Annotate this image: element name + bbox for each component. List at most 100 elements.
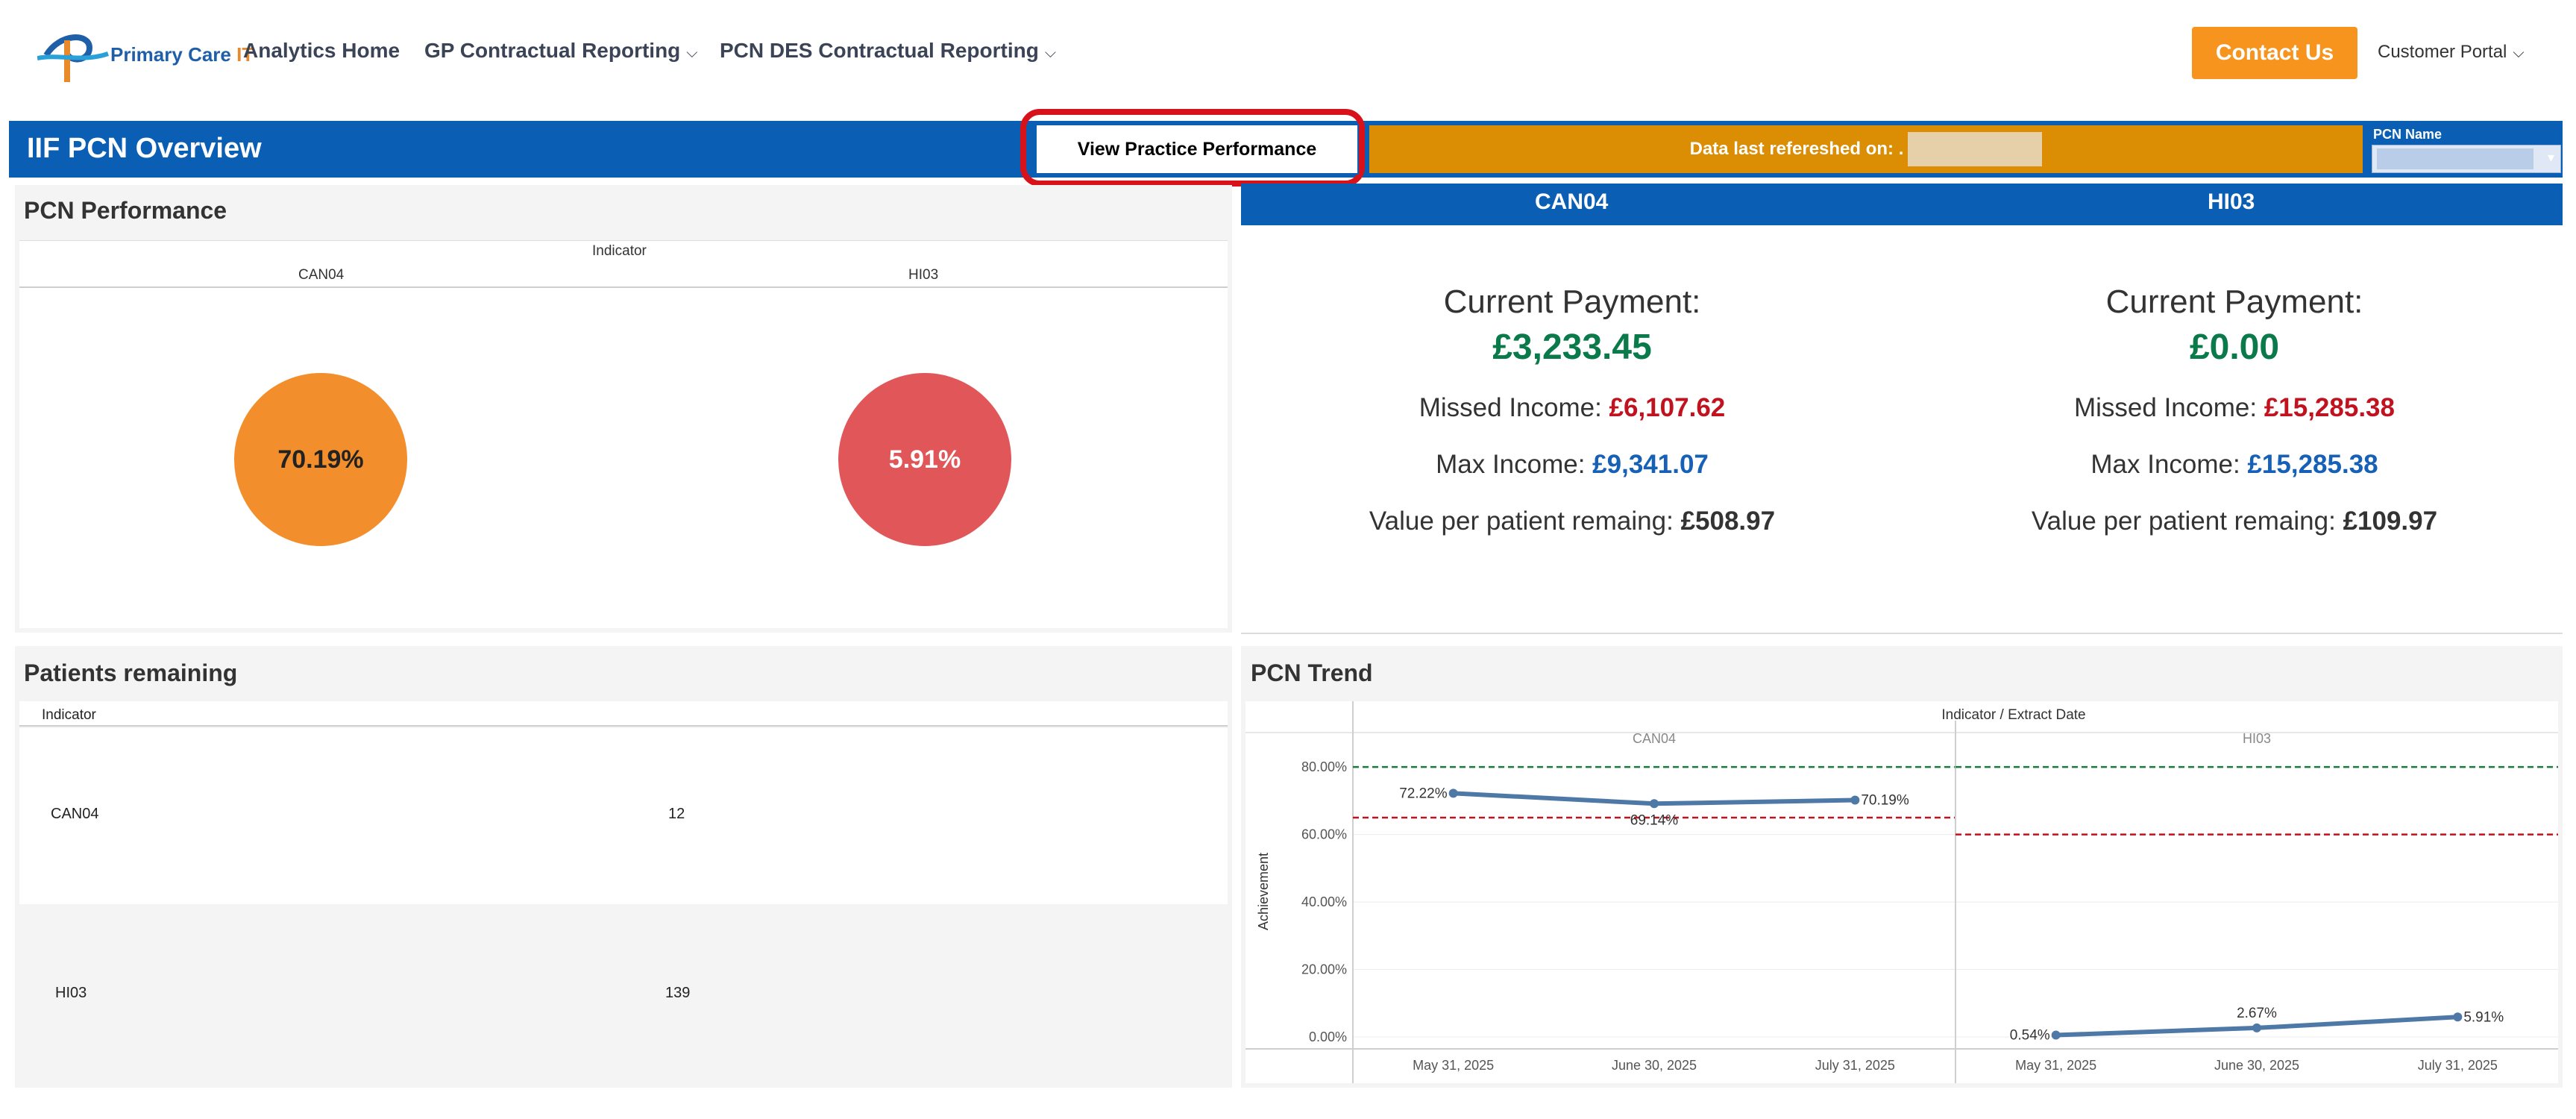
current-payment-label: Current Payment: xyxy=(2105,283,2363,320)
panel-label-can04: CAN04 xyxy=(1633,731,1676,746)
indicator-col-can04: CAN04 xyxy=(298,267,345,283)
panel-label-hi03: HI03 xyxy=(2243,731,2271,746)
value-per-patient-line: Value per patient remaing: £109.97 xyxy=(1906,507,2563,536)
nav-gp-contractual-label: GP Contractual Reporting xyxy=(424,39,681,62)
value-per-patient-line: Value per patient remaing: £508.97 xyxy=(1244,507,1900,536)
y-tick-label: 60.00% xyxy=(1301,827,1347,842)
payment-header-bar: CAN04 HI03 xyxy=(1241,184,2563,225)
hi03-payment-summary: Current Payment: £0.00 Missed Income: £1… xyxy=(1906,283,2563,536)
logo-text: Primary Care IT xyxy=(110,43,254,66)
max-income-value: £15,285.38 xyxy=(2247,450,2378,479)
data-label: 70.19% xyxy=(1861,793,1909,809)
x-tick-label: June 30, 2025 xyxy=(2214,1058,2299,1073)
data-label: 69.14% xyxy=(1630,812,1679,828)
payment-col-hi03: HI03 xyxy=(2208,189,2255,214)
nav-pcn-des-contractual-reporting[interactable]: PCN DES Contractual Reporting ⌵ xyxy=(720,39,1056,63)
patients-remaining-table: Indicator CAN04 12 HI03 139 xyxy=(19,701,1228,1083)
hi03-performance-circle[interactable]: 5.91% xyxy=(838,373,1011,546)
data-label: 5.91% xyxy=(2463,1009,2504,1025)
table-row[interactable]: CAN04 12 xyxy=(19,728,1228,904)
indicator-col-hi03: HI03 xyxy=(908,267,939,283)
can04-performance-circle[interactable]: 70.19% xyxy=(234,373,407,546)
dropdown-arrow-icon: ▾ xyxy=(2547,150,2554,165)
row-indicator: HI03 xyxy=(55,985,87,1001)
y-tick-label: 0.00% xyxy=(1309,1029,1347,1044)
table-header-row: Indicator xyxy=(19,701,1228,727)
data-point xyxy=(2252,1023,2261,1032)
missed-income-value: £6,107.62 xyxy=(1609,393,1726,422)
y-tick-label: 80.00% xyxy=(1301,759,1347,774)
trend-header-label: Indicator / Extract Date xyxy=(1941,707,2085,723)
value-per-patient-label: Value per patient remaing: xyxy=(1369,507,1681,536)
max-income-label: Max Income: xyxy=(2090,450,2248,479)
data-point xyxy=(1448,789,1458,798)
row-value: 139 xyxy=(665,985,691,1001)
x-tick-label: May 31, 2025 xyxy=(2015,1058,2096,1073)
nav-pcn-des-label: PCN DES Contractual Reporting xyxy=(720,39,1039,62)
missed-income-line: Missed Income: £6,107.62 xyxy=(1244,393,1900,423)
view-practice-performance-button[interactable]: View Practice Performance xyxy=(1035,124,1359,175)
customer-portal-label: Customer Portal xyxy=(2378,42,2507,62)
current-payment-value: £3,233.45 xyxy=(1492,327,1652,367)
primary-care-it-logo[interactable]: Primary Care IT xyxy=(37,25,254,85)
pcn-trend-chart: Indicator / Extract Date Achievement 0.0… xyxy=(1245,701,2558,1083)
refresh-label: Data last refereshed on: . xyxy=(1689,139,1904,159)
max-income-value: £9,341.07 xyxy=(1592,450,1709,479)
chevron-down-icon: ⌵ xyxy=(1044,45,1056,61)
ribbon-logo-icon xyxy=(37,34,109,82)
chevron-down-icon: ⌵ xyxy=(2513,45,2525,61)
indicator-column-header: Indicator xyxy=(42,707,96,723)
nav-analytics-home[interactable]: Analytics Home xyxy=(243,39,400,63)
dashboard-title: IIF PCN Overview xyxy=(27,133,262,164)
pcn-trend-title: PCN Trend xyxy=(1251,659,1373,686)
y-axis-label: Achievement xyxy=(1256,853,1271,930)
data-point xyxy=(1650,799,1659,809)
pcn-name-dropdown[interactable]: ▾ xyxy=(2372,145,2561,173)
hi03-performance-value: 5.91% xyxy=(888,445,961,474)
missed-income-label: Missed Income: xyxy=(2074,393,2264,422)
row-indicator: CAN04 xyxy=(51,806,99,822)
nav-analytics-home-label: Analytics Home xyxy=(243,39,400,62)
can04-payment-summary: Current Payment: £3,233.45 Missed Income… xyxy=(1244,283,1900,536)
x-tick-label: July 31, 2025 xyxy=(2418,1058,2498,1073)
y-tick-label: 40.00% xyxy=(1301,894,1347,909)
pcn-performance-title: PCN Performance xyxy=(24,197,227,224)
x-tick-label: June 30, 2025 xyxy=(1612,1058,1697,1073)
patients-remaining-title: Patients remaining xyxy=(24,659,238,686)
missed-income-value: £15,285.38 xyxy=(2264,393,2395,422)
missed-income-line: Missed Income: £15,285.38 xyxy=(1906,393,2563,423)
value-per-patient-value: £109.97 xyxy=(2343,507,2438,536)
pcn-name-label: PCN Name xyxy=(2373,127,2443,142)
logo-text-primary: Primary Care xyxy=(110,43,231,66)
x-tick-label: May 31, 2025 xyxy=(1413,1058,1494,1073)
y-tick-label: 20.00% xyxy=(1301,962,1347,977)
max-income-line: Max Income: £15,285.38 xyxy=(1906,450,2563,480)
data-label: 72.22% xyxy=(1399,786,1448,801)
redacted-pcn-name xyxy=(2377,148,2533,169)
indicator-header: Indicator xyxy=(592,243,647,259)
contact-us-button[interactable]: Contact Us xyxy=(2192,27,2357,79)
data-point xyxy=(2453,1012,2463,1022)
customer-portal-menu[interactable]: Customer Portal ⌵ xyxy=(2378,42,2525,63)
missed-income-label: Missed Income: xyxy=(1419,393,1609,422)
chevron-down-icon: ⌵ xyxy=(686,45,698,61)
max-income-label: Max Income: xyxy=(1436,450,1593,479)
pcn-trend-chart-area: Indicator / Extract Date Achievement 0.0… xyxy=(1245,701,2558,1083)
nav-gp-contractual-reporting[interactable]: GP Contractual Reporting ⌵ xyxy=(424,39,697,63)
payment-divider xyxy=(1241,633,2563,634)
value-per-patient-label: Value per patient remaing: xyxy=(2031,507,2343,536)
current-payment-value: £0.00 xyxy=(2189,327,2280,367)
data-label: 0.54% xyxy=(2010,1028,2050,1044)
can04-performance-value: 70.19% xyxy=(277,445,364,474)
row-value: 12 xyxy=(668,806,685,822)
indicator-divider xyxy=(19,286,1228,288)
redacted-date xyxy=(1908,132,2043,166)
table-row[interactable]: HI03 139 xyxy=(19,904,1228,1080)
x-tick-label: July 31, 2025 xyxy=(1815,1058,1895,1073)
data-refresh-banner: Data last refereshed on: . xyxy=(1369,125,2363,173)
data-label: 2.67% xyxy=(2237,1006,2277,1021)
value-per-patient-value: £508.97 xyxy=(1680,507,1776,536)
data-point xyxy=(2051,1030,2061,1040)
payment-col-can04: CAN04 xyxy=(1535,189,1609,214)
pcn-performance-chart xyxy=(19,240,1228,628)
